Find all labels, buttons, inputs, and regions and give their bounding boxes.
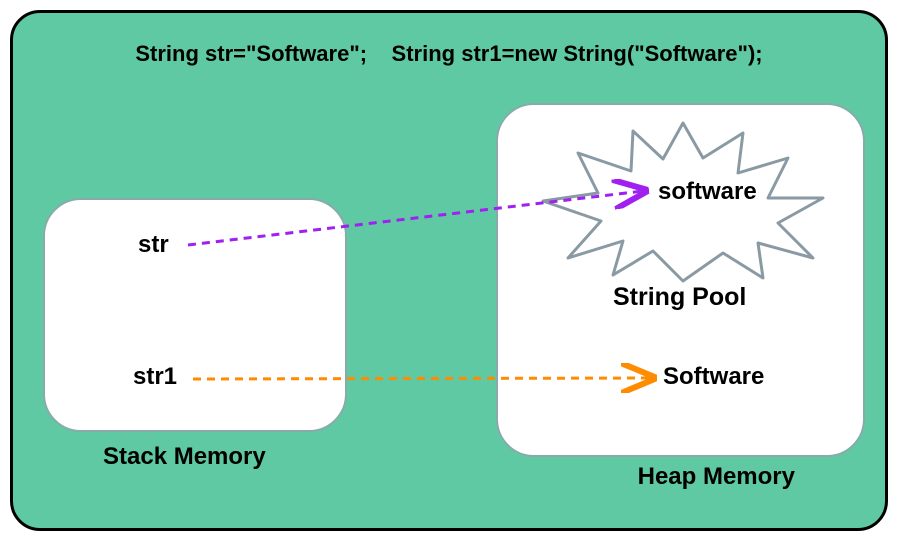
heap-memory-label: Heap Memory [638, 463, 795, 491]
stack-memory-box [43, 198, 347, 432]
heap-object-value: Software [663, 363, 764, 391]
stack-var-str: str [138, 231, 169, 259]
code-declarations: String str="Software"; String str1=new S… [13, 41, 885, 67]
code-decl-str1: String str1=new String("Software"); [392, 41, 763, 66]
code-decl-str: String str="Software"; [135, 41, 367, 66]
stack-var-str1: str1 [133, 363, 177, 391]
diagram-container: String str="Software"; String str1=new S… [10, 10, 888, 531]
string-pool-label: String Pool [613, 283, 746, 312]
stack-memory-label: Stack Memory [103, 443, 266, 471]
string-pool-value: software [658, 178, 757, 206]
